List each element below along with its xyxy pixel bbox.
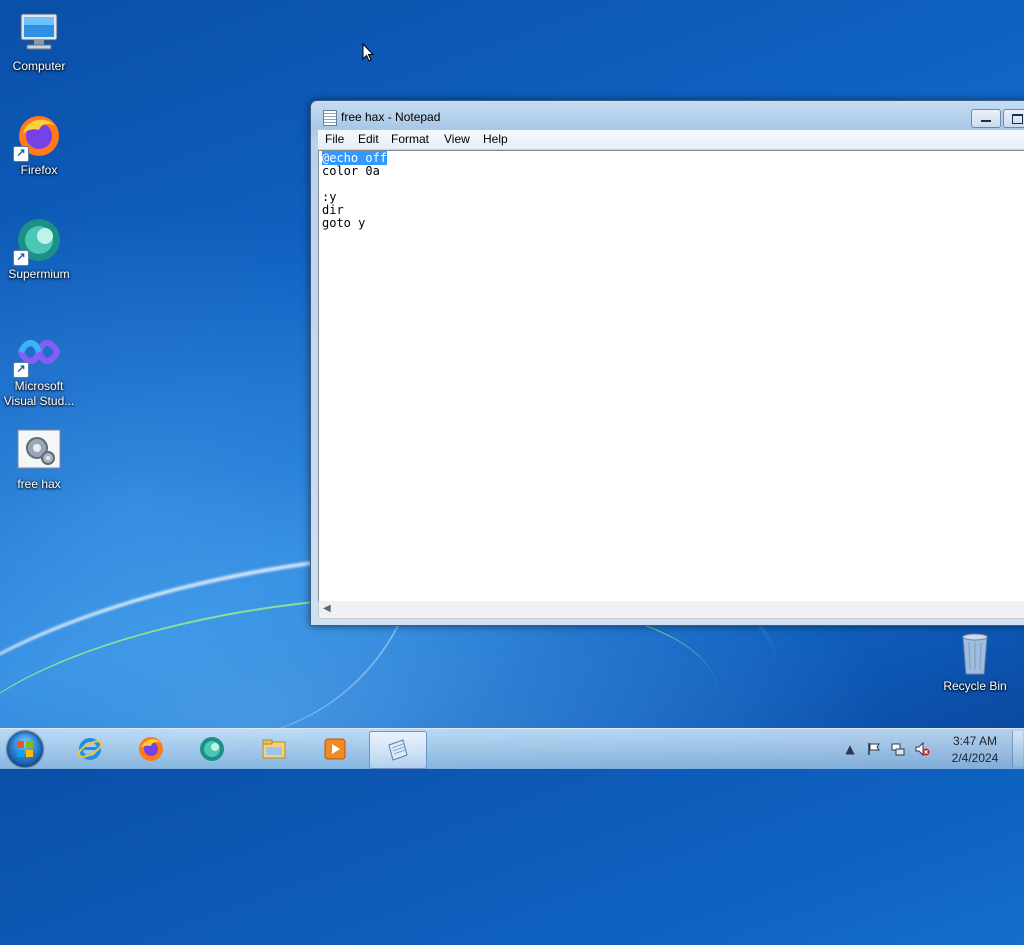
document-text: @echo off color 0a :y dir goto y [322, 151, 388, 230]
desktop-icon-label: Computer [12, 59, 66, 73]
firefox-icon [139, 737, 163, 761]
show-desktop-button[interactable] [1012, 731, 1023, 767]
desktop-icon-supermium[interactable]: ↗ Supermium [0, 216, 78, 282]
minimize-icon [981, 120, 991, 122]
minimize-button[interactable] [971, 109, 1001, 128]
supermium-icon: ↗ [13, 216, 63, 266]
desktop-icon-label: Microsoft [14, 379, 64, 393]
menu-bar: File Edit Format View Help [318, 130, 1024, 150]
desktop-icon-label: free hax [17, 477, 61, 491]
text-editor-area[interactable]: @echo off color 0a :y dir goto y [318, 150, 1024, 603]
selected-text: @echo off [322, 151, 388, 165]
horizontal-scrollbar[interactable]: ◀ [318, 601, 1024, 619]
menu-view[interactable]: View [444, 132, 470, 146]
maximize-icon [1012, 114, 1023, 124]
window-title: free hax - Notepad [341, 110, 441, 124]
desktop-icon-free-hax[interactable]: free hax [0, 426, 78, 492]
text-line: goto y [322, 216, 366, 230]
clock-time[interactable]: 3:47 AM [940, 734, 1010, 748]
desktop-icon-label: Visual Stud... [3, 394, 75, 408]
notepad-window[interactable]: free hax - Notepad File Edit Format View… [310, 100, 1024, 626]
visual-studio-icon: ↗ [13, 328, 63, 378]
start-button[interactable] [7, 731, 43, 767]
windows-logo-icon [17, 741, 33, 757]
desktop-icon-computer[interactable]: Computer [0, 8, 78, 74]
taskbar-notepad[interactable] [369, 731, 427, 769]
batch-file-icon [15, 426, 63, 474]
shortcut-arrow-icon: ↗ [13, 250, 29, 266]
taskbar-firefox[interactable] [123, 731, 179, 767]
desktop-icon-recycle-bin[interactable]: Recycle Bin [936, 630, 1014, 694]
taskbar-media-player[interactable] [307, 731, 363, 767]
media-player-icon [324, 738, 346, 760]
desktop-icon-label: Supermium [8, 267, 70, 281]
notepad-icon [388, 739, 408, 761]
taskbar: ▲ 3:47 AM 2/4/2024 [0, 728, 1024, 769]
menu-file[interactable]: File [325, 132, 344, 146]
menu-format[interactable]: Format [391, 132, 429, 146]
recycle-bin-icon [951, 630, 999, 676]
computer-icon [15, 8, 63, 56]
shortcut-arrow-icon: ↗ [13, 146, 29, 162]
supermium-icon [200, 737, 224, 761]
taskbar-supermium[interactable] [184, 731, 240, 767]
clock-date[interactable]: 2/4/2024 [940, 751, 1010, 765]
menu-help[interactable]: Help [483, 132, 508, 146]
desktop-icon-label: Firefox [20, 163, 58, 177]
desktop-icon-label: Recycle Bin [943, 679, 1007, 693]
title-bar[interactable]: free hax - Notepad [311, 101, 1024, 131]
action-center-flag-icon[interactable] [866, 741, 882, 757]
maximize-button[interactable] [1003, 109, 1024, 128]
desktop-icon-visual-studio[interactable]: ↗ Microsoft Visual Stud... [0, 328, 78, 409]
network-icon[interactable] [890, 741, 906, 757]
scroll-left-icon[interactable]: ◀ [323, 603, 331, 614]
taskbar-file-explorer[interactable] [246, 731, 302, 767]
desktop-icon-firefox[interactable]: ↗ Firefox [0, 112, 78, 178]
internet-explorer-icon [77, 738, 103, 760]
volume-muted-icon[interactable] [914, 741, 930, 757]
firefox-icon: ↗ [13, 112, 63, 162]
text-line: color 0a [322, 164, 380, 178]
mouse-cursor-icon [362, 43, 374, 62]
menu-edit[interactable]: Edit [358, 132, 379, 146]
notepad-icon [323, 110, 337, 126]
show-hidden-icons-icon[interactable]: ▲ [842, 741, 858, 757]
file-explorer-icon [262, 739, 286, 759]
taskbar-internet-explorer[interactable] [62, 731, 118, 767]
shortcut-arrow-icon: ↗ [13, 362, 29, 378]
